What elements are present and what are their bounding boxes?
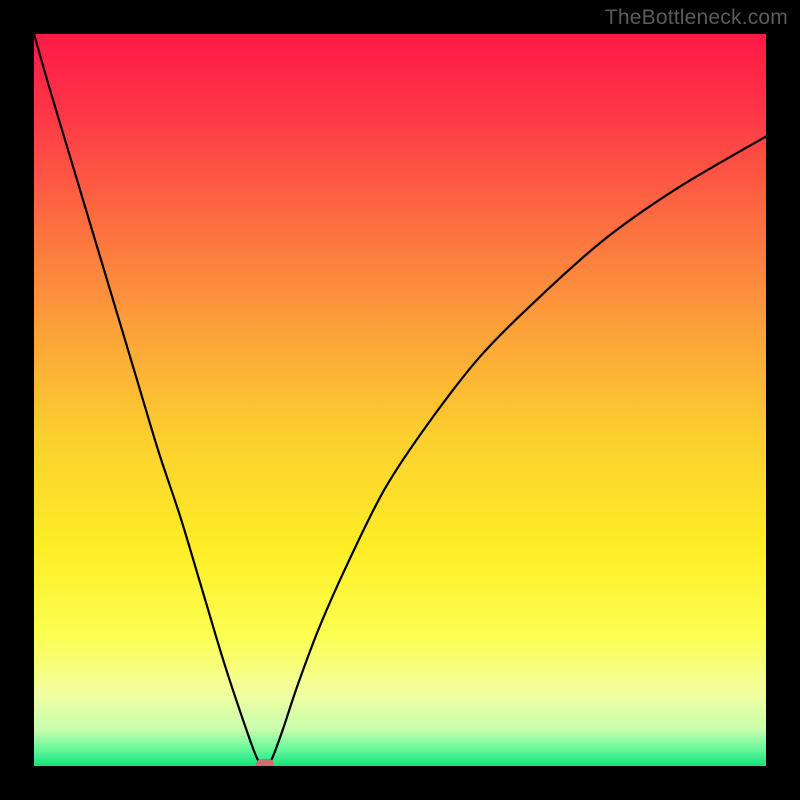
- plot-area: [34, 34, 766, 766]
- bottleneck-curve: [34, 34, 766, 766]
- chart-frame: TheBottleneck.com: [0, 0, 800, 800]
- watermark-text: TheBottleneck.com: [605, 6, 788, 30]
- optimal-point-marker: [256, 759, 274, 766]
